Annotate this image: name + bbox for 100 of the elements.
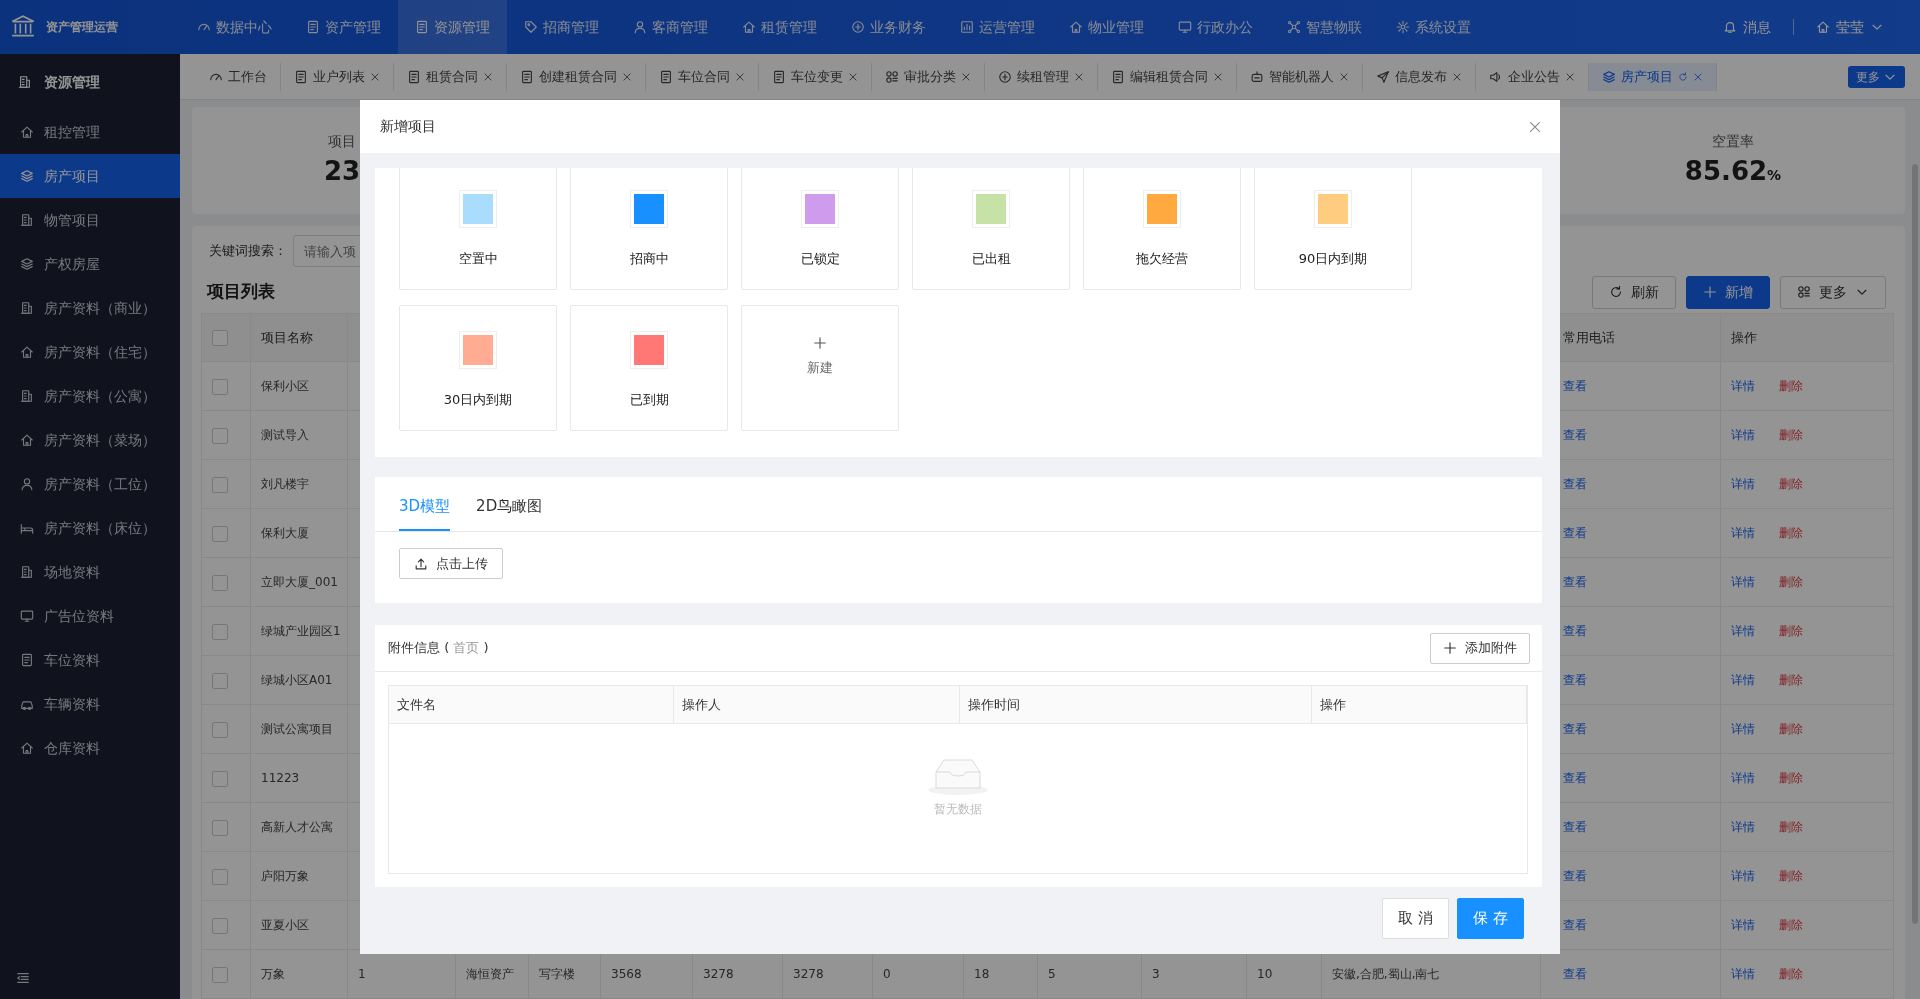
status-card[interactable]: 已出租: [912, 168, 1070, 290]
nav-menu-item[interactable]: 业务财务: [834, 0, 943, 54]
nav-menu-item[interactable]: 行政办公: [1161, 0, 1270, 54]
sidebar-item[interactable]: 房产资料（公寓）: [0, 374, 180, 418]
page-tab[interactable]: 房产项目: [1589, 62, 1717, 91]
delete-link[interactable]: 删除: [1779, 477, 1803, 491]
delete-link[interactable]: 删除: [1779, 820, 1803, 834]
close-icon[interactable]: [735, 71, 745, 82]
more-button[interactable]: 更多: [1780, 275, 1886, 309]
sidebar-item[interactable]: 场地资料: [0, 550, 180, 594]
view-tab[interactable]: 2D鸟瞰图: [476, 477, 543, 531]
sidebar-item[interactable]: 车位资料: [0, 638, 180, 682]
nav-menu-item[interactable]: 运营管理: [943, 0, 1052, 54]
page-tab[interactable]: 续租管理: [985, 62, 1098, 91]
checkbox[interactable]: [212, 476, 228, 493]
checkbox[interactable]: [212, 574, 228, 591]
details-link[interactable]: 详情: [1731, 918, 1755, 932]
close-button[interactable]: [1528, 119, 1542, 134]
status-card[interactable]: 已到期: [570, 305, 728, 431]
view-link[interactable]: 查看: [1563, 967, 1587, 981]
delete-link[interactable]: 删除: [1779, 575, 1803, 589]
delete-link[interactable]: 删除: [1779, 771, 1803, 785]
sidebar-item[interactable]: 房产资料（床位）: [0, 506, 180, 550]
details-link[interactable]: 详情: [1731, 722, 1755, 736]
sidebar-item[interactable]: 租控管理: [0, 110, 180, 154]
close-icon[interactable]: [622, 71, 632, 82]
sidebar-item[interactable]: 房产资料（菜场）: [0, 418, 180, 462]
delete-link[interactable]: 删除: [1779, 918, 1803, 932]
add-attachment-button[interactable]: 添加附件: [1430, 632, 1530, 664]
checkbox[interactable]: [212, 721, 228, 738]
details-link[interactable]: 详情: [1731, 771, 1755, 785]
delete-link[interactable]: 删除: [1779, 428, 1803, 442]
view-link[interactable]: 查看: [1563, 771, 1587, 785]
page-tab[interactable]: 车位变更: [759, 62, 872, 91]
status-card[interactable]: 空置中: [399, 168, 557, 290]
delete-link[interactable]: 删除: [1779, 526, 1803, 540]
details-link[interactable]: 详情: [1731, 526, 1755, 540]
sidebar-item[interactable]: 房产资料（工位）: [0, 462, 180, 506]
sidebar-item[interactable]: 广告位资料: [0, 594, 180, 638]
sidebar-item[interactable]: 房产资料（住宅）: [0, 330, 180, 374]
sidebar-item[interactable]: 仓库资料: [0, 726, 180, 770]
refresh-icon[interactable]: [1678, 71, 1688, 82]
page-tab[interactable]: 审批分类: [872, 62, 985, 91]
details-link[interactable]: 详情: [1731, 967, 1755, 981]
details-link[interactable]: 详情: [1731, 820, 1755, 834]
delete-link[interactable]: 删除: [1779, 673, 1803, 687]
details-link[interactable]: 详情: [1731, 477, 1755, 491]
page-tab[interactable]: 车位合同: [646, 62, 759, 91]
upload-button[interactable]: 点击上传: [399, 548, 503, 579]
checkbox[interactable]: [212, 770, 228, 787]
checkbox[interactable]: [212, 966, 228, 983]
checkbox[interactable]: [212, 525, 228, 542]
status-card[interactable]: 拖欠经营: [1083, 168, 1241, 290]
checkbox[interactable]: [212, 819, 228, 836]
page-tab[interactable]: 租赁合同: [394, 62, 507, 91]
more-button[interactable]: 更多: [1848, 65, 1905, 88]
view-link[interactable]: 查看: [1563, 918, 1587, 932]
add-status-card[interactable]: 新建: [741, 305, 899, 431]
view-tab[interactable]: 3D模型: [399, 477, 451, 531]
checkbox[interactable]: [212, 917, 228, 934]
nav-menu-item[interactable]: 招商管理: [507, 0, 616, 54]
sidebar-item[interactable]: 房产资料（商业）: [0, 286, 180, 330]
view-link[interactable]: 查看: [1563, 575, 1587, 589]
delete-link[interactable]: 删除: [1779, 624, 1803, 638]
view-link[interactable]: 查看: [1563, 379, 1587, 393]
delete-link[interactable]: 删除: [1779, 869, 1803, 883]
close-icon[interactable]: [1452, 71, 1462, 82]
checkbox[interactable]: [212, 672, 228, 689]
view-link[interactable]: 查看: [1563, 869, 1587, 883]
sidebar-item[interactable]: 车辆资料: [0, 682, 180, 726]
sidebar-item[interactable]: 产权房屋: [0, 242, 180, 286]
checkbox[interactable]: [212, 427, 228, 444]
delete-link[interactable]: 删除: [1779, 722, 1803, 736]
view-link[interactable]: 查看: [1563, 624, 1587, 638]
status-card[interactable]: 30日内到期: [399, 305, 557, 431]
close-icon[interactable]: [961, 71, 971, 82]
page-tab[interactable]: 工作台: [196, 62, 281, 91]
details-link[interactable]: 详情: [1731, 673, 1755, 687]
view-link[interactable]: 查看: [1563, 428, 1587, 442]
close-icon[interactable]: [848, 71, 858, 82]
view-link[interactable]: 查看: [1563, 673, 1587, 687]
checkbox[interactable]: [212, 868, 228, 885]
view-link[interactable]: 查看: [1563, 820, 1587, 834]
view-link[interactable]: 查看: [1563, 526, 1587, 540]
user-menu[interactable]: 莹莹: [1816, 16, 1884, 38]
nav-menu-item[interactable]: 系统设置: [1379, 0, 1488, 54]
nav-menu-item[interactable]: 客商管理: [616, 0, 725, 54]
page-tab[interactable]: 编辑租赁合同: [1098, 62, 1237, 91]
close-icon[interactable]: [1339, 71, 1349, 82]
checkbox[interactable]: [212, 378, 228, 395]
scrollbar[interactable]: [1912, 164, 1918, 924]
checkbox[interactable]: [212, 330, 228, 347]
close-icon[interactable]: [1213, 71, 1223, 82]
nav-menu-item[interactable]: 数据中心: [180, 0, 289, 54]
nav-menu-item[interactable]: 物业管理: [1052, 0, 1161, 54]
view-link[interactable]: 查看: [1563, 477, 1587, 491]
status-card[interactable]: 已锁定: [741, 168, 899, 290]
page-tab[interactable]: 信息发布: [1363, 62, 1476, 91]
status-card[interactable]: 90日内到期: [1254, 168, 1412, 290]
nav-menu-item[interactable]: 资产管理: [289, 0, 398, 54]
